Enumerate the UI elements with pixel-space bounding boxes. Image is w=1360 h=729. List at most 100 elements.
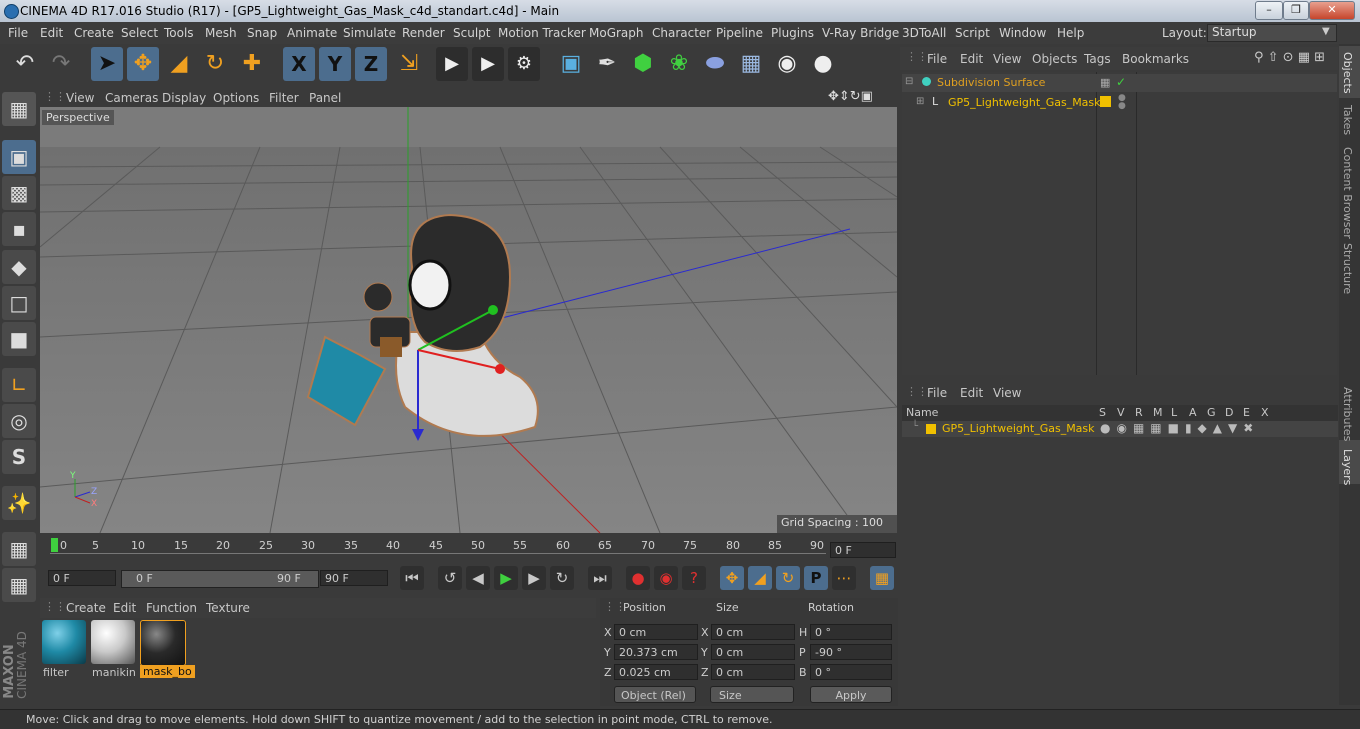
size-y-field[interactable]: 0 cm	[711, 644, 795, 660]
menu-simulate[interactable]: Simulate	[343, 26, 396, 40]
play-icon[interactable]: ▶	[494, 566, 518, 590]
rotation-h-field[interactable]: 0 °	[810, 624, 892, 640]
menu-character[interactable]: Character	[652, 26, 711, 40]
layer-flag-icons[interactable]: ●◉▦▦■▮◆▲▼✖	[1100, 421, 1259, 435]
coordinate-system-icon[interactable]: ⇲	[393, 47, 425, 81]
menu-snap[interactable]: Snap	[247, 26, 277, 40]
material-menu-texture[interactable]: Texture	[206, 601, 250, 615]
magnet-icon[interactable]: ✨	[2, 486, 36, 520]
objects-menu-tags[interactable]: Tags	[1084, 52, 1111, 66]
snapping-icon[interactable]: S	[2, 440, 36, 474]
objects-menu-edit[interactable]: Edit	[960, 52, 983, 66]
timeline-window-icon[interactable]: ▦	[870, 566, 894, 590]
tab-objects[interactable]: Objects	[1341, 52, 1354, 94]
tab-takes[interactable]: Takes	[1341, 105, 1354, 135]
key-parameter-icon[interactable]: P	[804, 566, 828, 590]
material-menu-create[interactable]: Create	[66, 601, 106, 615]
tab-attributes[interactable]: Attributes	[1341, 387, 1354, 441]
apply-button[interactable]: Apply	[810, 686, 892, 703]
move-alt-icon[interactable]: ✚	[236, 47, 268, 81]
size-mode-dropdown[interactable]: Size	[710, 686, 794, 703]
material-menu-edit[interactable]: Edit	[113, 601, 136, 615]
polygons-mode-icon[interactable]: ■	[2, 322, 36, 356]
close-button[interactable]: ✕	[1309, 1, 1355, 20]
material-manikin-swatch[interactable]	[91, 620, 135, 664]
material-mask-label[interactable]: mask_bo	[140, 665, 195, 678]
menu-render[interactable]: Render	[402, 26, 445, 40]
size-z-field[interactable]: 0 cm	[711, 664, 795, 680]
next-key-icon[interactable]: ↻	[550, 566, 574, 590]
tab-structure[interactable]: Structure	[1341, 243, 1354, 294]
enabled-check-icon[interactable]: ✓	[1116, 75, 1126, 89]
objects-header-tools[interactable]: ⚲ ⇧ ⊙ ▦ ⊞	[1254, 50, 1325, 65]
key-pla-icon[interactable]: ⋯	[832, 566, 856, 590]
objects-menu-file[interactable]: File	[927, 52, 947, 66]
layers-menu-view[interactable]: View	[993, 386, 1021, 400]
points-mode-icon[interactable]: ◆	[2, 250, 36, 284]
y-axis-icon[interactable]: Y	[319, 47, 351, 81]
viewport-menu-panel[interactable]: Panel	[309, 91, 341, 105]
record-key-icon[interactable]: ●	[626, 566, 650, 590]
axis-mode-icon[interactable]: ∟	[2, 368, 36, 402]
viewport-menu-cameras[interactable]: Cameras	[105, 91, 158, 105]
make-editable-icon[interactable]: ▦	[2, 92, 36, 126]
cube-icon[interactable]: ▣	[555, 47, 587, 81]
material-filter-label[interactable]: filter	[43, 666, 69, 679]
frame-range-slider[interactable]: 0 F 90 F	[121, 570, 319, 588]
tree-collapse-icon[interactable]: ⊟	[905, 76, 913, 87]
menu-plugins[interactable]: Plugins	[771, 26, 814, 40]
tab-content-browser[interactable]: Content Browser	[1341, 147, 1354, 239]
autokey-icon[interactable]: ◉	[654, 566, 678, 590]
key-position-icon[interactable]: ✥	[720, 566, 744, 590]
layer-name[interactable]: GP5_Lightweight_Gas_Mask	[942, 422, 1095, 435]
z-axis-icon[interactable]: Z	[355, 47, 387, 81]
layers-menu-file[interactable]: File	[927, 386, 947, 400]
position-y-field[interactable]: 20.373 cm	[614, 644, 698, 660]
go-to-end-icon[interactable]: ⏭	[588, 566, 612, 590]
tab-layers[interactable]: Layers	[1341, 449, 1354, 485]
array-icon[interactable]: ❀	[663, 47, 695, 81]
camera-icon[interactable]: ◉	[771, 47, 803, 81]
viewport-menu-view[interactable]: View	[66, 91, 94, 105]
light-icon[interactable]: ●	[807, 47, 839, 81]
object-list[interactable]: ⊟ Subdivision Surface ▦ ✓ ⊞ L GP5_Lightw…	[902, 72, 1337, 375]
maximize-button[interactable]: ❐	[1283, 1, 1309, 20]
start-frame-field[interactable]: 0 F	[48, 570, 116, 586]
menu-vray-bridge[interactable]: V-Ray Bridge	[822, 26, 899, 40]
rotation-b-field[interactable]: 0 °	[810, 664, 892, 680]
previous-key-icon[interactable]: ↺	[438, 566, 462, 590]
menu-help[interactable]: Help	[1057, 26, 1084, 40]
workplane-icon[interactable]: ▪	[2, 212, 36, 246]
objects-menu-view[interactable]: View	[993, 52, 1021, 66]
end-frame-field[interactable]: 90 F	[320, 570, 388, 586]
visibility-dots-icon[interactable]: ● ●	[1118, 94, 1126, 111]
material-mask-swatch[interactable]	[140, 620, 186, 666]
viewport-label[interactable]: Perspective	[42, 110, 114, 125]
object-gas-mask[interactable]: GP5_Lightweight_Gas_Mask	[948, 96, 1101, 109]
rotate-icon[interactable]: ↻	[199, 47, 231, 81]
render-settings-icon[interactable]: ⚙	[508, 47, 540, 81]
deformer-icon[interactable]: ⬬	[699, 47, 731, 81]
subdivision-icon[interactable]: ⬢	[627, 47, 659, 81]
go-to-start-icon[interactable]: ⏮	[400, 566, 424, 590]
x-axis-icon[interactable]: X	[283, 47, 315, 81]
live-selection-icon[interactable]: ➤	[91, 47, 123, 81]
material-filter-swatch[interactable]	[42, 620, 86, 664]
position-z-field[interactable]: 0.025 cm	[614, 664, 698, 680]
menu-select[interactable]: Select	[121, 26, 158, 40]
viewport-menu-display[interactable]: Display	[162, 91, 206, 105]
menu-mesh[interactable]: Mesh	[205, 26, 237, 40]
menu-motion-tracker[interactable]: Motion Tracker	[498, 26, 586, 40]
menu-mograph[interactable]: MoGraph	[589, 26, 644, 40]
redo-icon[interactable]: ↷	[45, 47, 77, 81]
keyframe-selection-icon[interactable]: ?	[682, 566, 706, 590]
menu-tools[interactable]: Tools	[164, 26, 194, 40]
menu-pipeline[interactable]: Pipeline	[716, 26, 763, 40]
menu-create[interactable]: Create	[74, 26, 114, 40]
viewport-menu-filter[interactable]: Filter	[269, 91, 299, 105]
tweak-mode-icon[interactable]: ◎	[2, 404, 36, 438]
tree-expand-icon[interactable]: ⊞	[916, 96, 924, 107]
menu-animate[interactable]: Animate	[287, 26, 337, 40]
menu-script[interactable]: Script	[955, 26, 990, 40]
object-subdivision-surface[interactable]: Subdivision Surface	[937, 76, 1045, 89]
